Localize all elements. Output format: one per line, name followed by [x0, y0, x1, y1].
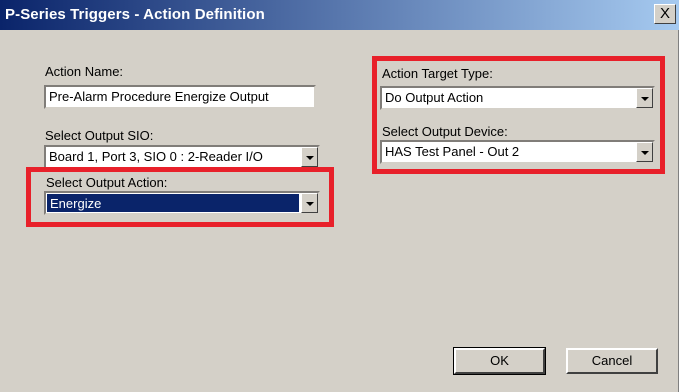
- action-definition-dialog: P-Series Triggers - Action Definition X …: [0, 0, 679, 392]
- output-device-value: HAS Test Panel - Out 2: [385, 144, 520, 159]
- action-name-input[interactable]: Pre-Alarm Procedure Energize Output: [44, 85, 316, 109]
- output-sio-value: Board 1, Port 3, SIO 0 : 2-Reader I/O: [49, 149, 263, 164]
- output-action-label: Select Output Action:: [46, 175, 168, 190]
- title-bar[interactable]: P-Series Triggers - Action Definition X: [0, 0, 679, 30]
- chevron-down-icon[interactable]: [636, 142, 653, 162]
- cancel-button[interactable]: Cancel: [566, 348, 658, 374]
- action-name-label: Action Name:: [45, 64, 124, 79]
- ok-button[interactable]: OK: [453, 347, 546, 375]
- chevron-down-icon[interactable]: [636, 88, 653, 108]
- output-action-select[interactable]: Energize: [44, 191, 320, 215]
- target-type-select[interactable]: Do Output Action: [380, 86, 655, 110]
- output-sio-label: Select Output SIO:: [45, 128, 154, 143]
- chevron-down-icon[interactable]: [301, 147, 318, 167]
- target-type-label: Action Target Type:: [382, 66, 493, 81]
- close-button[interactable]: X: [654, 4, 676, 24]
- output-sio-select[interactable]: Board 1, Port 3, SIO 0 : 2-Reader I/O: [44, 145, 320, 169]
- target-type-value: Do Output Action: [385, 90, 484, 105]
- output-device-label: Select Output Device:: [382, 124, 508, 139]
- close-icon: X: [659, 5, 670, 22]
- chevron-down-icon[interactable]: [301, 193, 318, 213]
- window-title: P-Series Triggers - Action Definition: [5, 6, 265, 23]
- output-device-select[interactable]: HAS Test Panel - Out 2: [380, 140, 655, 164]
- output-action-value: Energize: [47, 194, 299, 212]
